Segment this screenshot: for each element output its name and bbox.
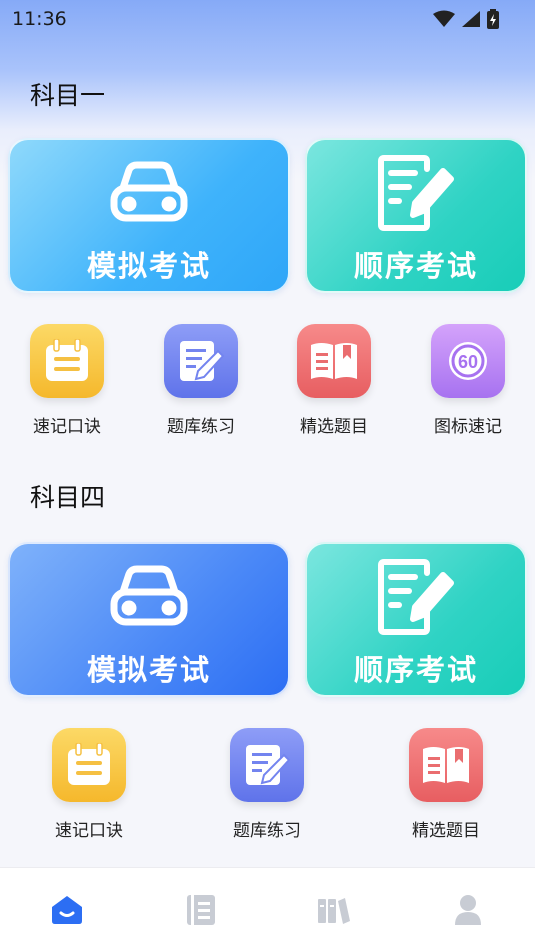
subject4-tile-question-bank[interactable]: 题库练习 [222, 728, 312, 841]
subject4-tile-selected-questions-label: 精选题目 [412, 821, 480, 841]
signal-icon [462, 11, 480, 27]
subject1-tile-sign-memo-label: 图标速记 [434, 417, 502, 437]
writing-icon [164, 324, 238, 398]
subject4-title: 科目四 [30, 483, 106, 512]
battery-charging-icon [487, 9, 499, 29]
car-icon [109, 157, 189, 229]
subject4-sequential-exam-card[interactable]: 顺序考试 [305, 542, 527, 697]
writing-icon [230, 728, 304, 802]
document-edit-icon [376, 155, 456, 231]
subject1-tile-question-bank-label: 题库练习 [167, 417, 235, 437]
subject4-sequential-exam-label: 顺序考试 [353, 653, 478, 687]
profile-icon [455, 894, 482, 925]
subject1-mock-exam-card[interactable]: 模拟考试 [8, 138, 290, 293]
speed-limit-number: 60 [458, 352, 478, 372]
subject1-sequential-exam-card[interactable]: 顺序考试 [305, 138, 527, 293]
book-icon [297, 324, 371, 398]
subject1-tile-question-bank[interactable]: 题库练习 [156, 324, 246, 437]
bottom-nav [0, 867, 535, 951]
status-icons [433, 9, 499, 29]
subject1-sequential-exam-label: 顺序考试 [353, 249, 478, 283]
subject4-tile-quick-memo[interactable]: 速记口诀 [44, 728, 134, 841]
subject4-tile-selected-questions[interactable]: 精选题目 [401, 728, 491, 841]
subject4-mock-exam-card[interactable]: 模拟考试 [8, 542, 290, 697]
nav-home[interactable] [37, 880, 97, 940]
notepad-icon [30, 324, 104, 398]
wifi-icon [433, 10, 455, 27]
nav-profile[interactable] [438, 880, 498, 940]
document-edit-icon [376, 559, 456, 635]
subject1-tile-quick-memo[interactable]: 速记口诀 [22, 324, 112, 437]
notepad-icon [52, 728, 126, 802]
nav-list[interactable] [171, 880, 231, 940]
subject1-tile-selected-questions-label: 精选题目 [300, 417, 368, 437]
speed-limit-60-icon: 60 [431, 324, 505, 398]
subject1-tile-selected-questions[interactable]: 精选题目 [289, 324, 379, 437]
car-icon [109, 561, 189, 633]
subject1-tile-quick-memo-label: 速记口诀 [33, 417, 101, 437]
subject4-mock-exam-label: 模拟考试 [86, 653, 211, 687]
subject1-mock-exam-label: 模拟考试 [86, 249, 211, 283]
home-icon [51, 895, 82, 924]
subject1-tile-sign-memo[interactable]: 60 图标速记 [423, 324, 513, 437]
status-bar: 11:36 [0, 0, 535, 38]
status-time: 11:36 [12, 8, 67, 30]
library-icon [318, 897, 351, 924]
book-icon [409, 728, 483, 802]
subject1-title: 科目一 [30, 81, 106, 110]
subject4-tile-question-bank-label: 题库练习 [233, 821, 301, 841]
subject4-tile-quick-memo-label: 速记口诀 [55, 821, 123, 841]
nav-library[interactable] [304, 880, 364, 940]
list-icon [186, 894, 215, 925]
